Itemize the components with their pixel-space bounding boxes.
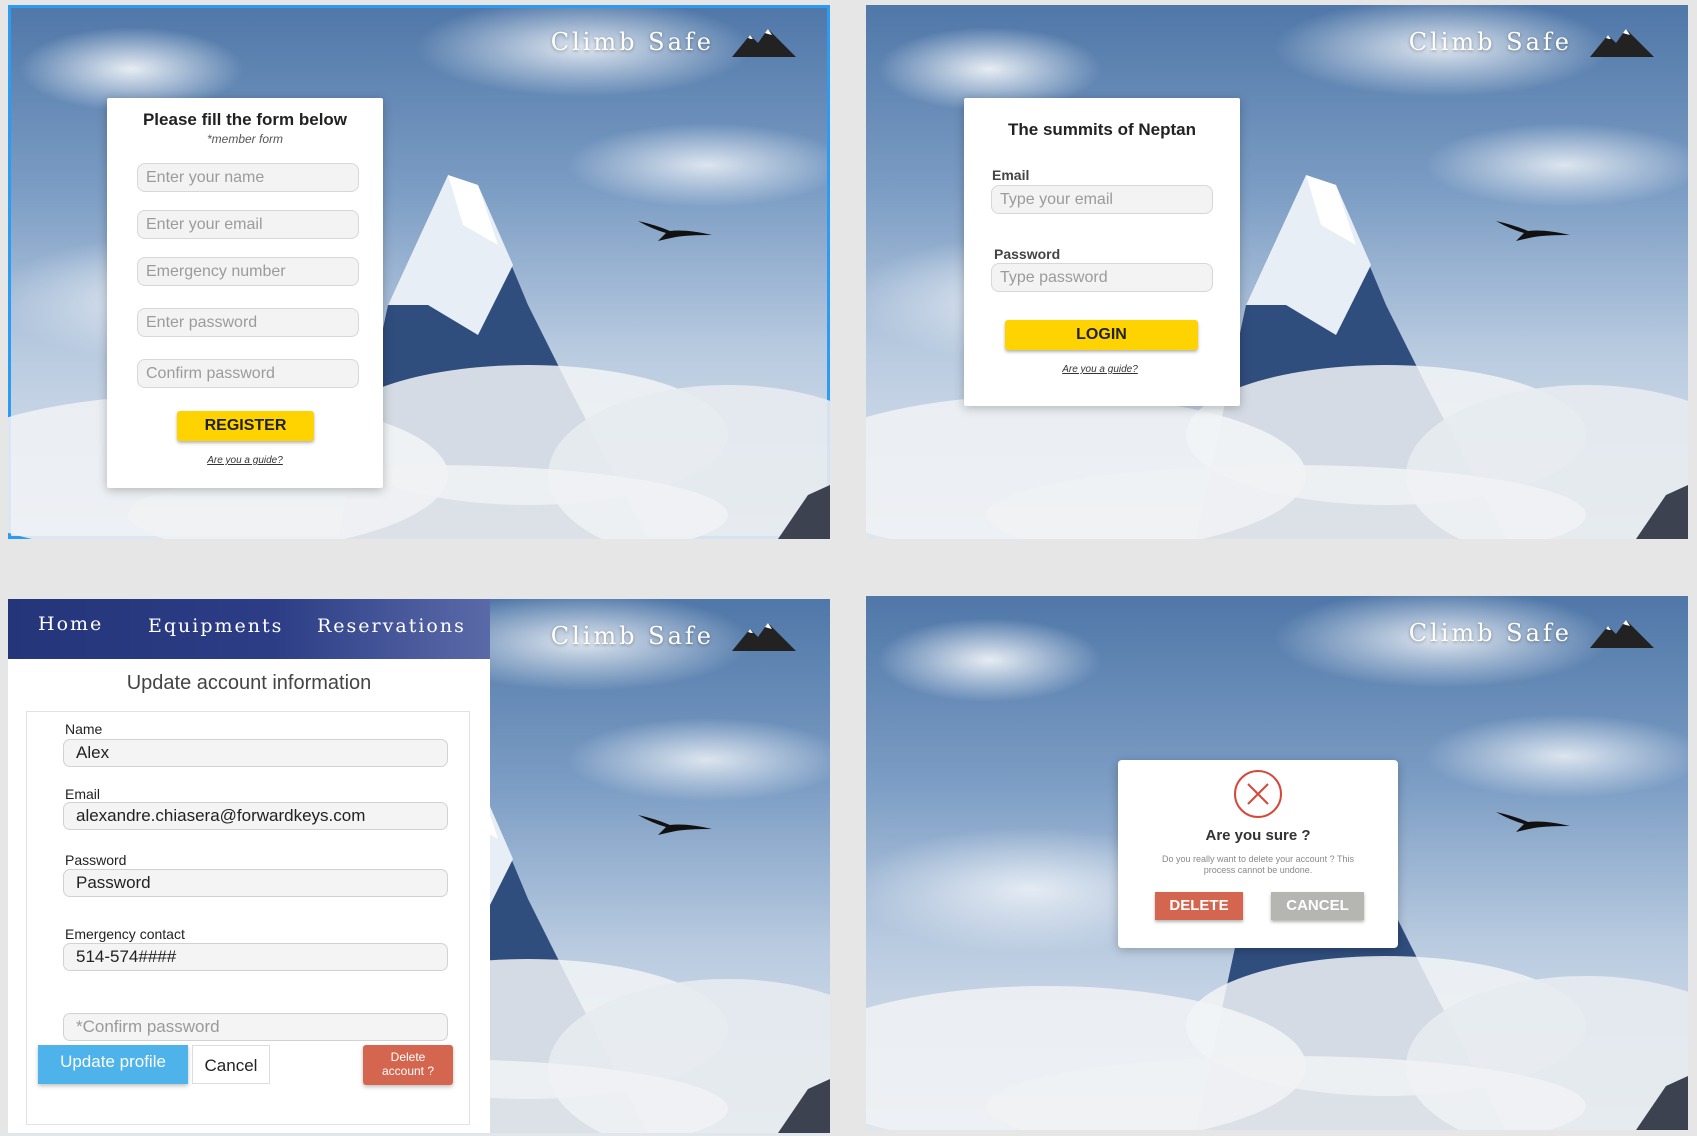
form-subtitle: *member form [206, 132, 283, 146]
delete-confirm-dialog: Are you sure ? Do you really want to del… [1118, 760, 1398, 948]
login-form: The summits of Neptan Email Type your em… [964, 98, 1240, 406]
dialog-message-1: Do you really want to delete your accoun… [1162, 854, 1354, 864]
name-input[interactable]: Alex [63, 739, 448, 767]
nav-home[interactable]: Home [38, 613, 103, 635]
update-account-screen: Climb Safe Home Equipments Reservations … [8, 599, 830, 1135]
password-input[interactable]: Password [63, 869, 448, 897]
delete-confirm-screen: Climb Safe Are you sure ? Do you really … [866, 596, 1688, 1130]
brand-logo: Climb Safe [1409, 27, 1654, 57]
update-profile-button[interactable]: Update profile [38, 1045, 188, 1084]
name-label: Name [65, 721, 103, 737]
confirm-password-input[interactable]: Confirm password [137, 359, 359, 388]
eagle-icon [636, 809, 716, 839]
brand-name: Climb Safe [550, 28, 714, 56]
form-title: Please fill the form below [142, 110, 348, 129]
email-input[interactable]: Type your email [991, 185, 1213, 214]
email-label: Email [992, 167, 1030, 183]
emergency-contact-label: Emergency contact [65, 926, 185, 942]
dialog-title: Are you sure ? [1205, 827, 1311, 844]
delete-account-button[interactable]: Delete account ? [363, 1045, 453, 1085]
emergency-contact-input[interactable]: 514-574#### [63, 943, 448, 971]
login-button[interactable]: LOGIN [1005, 320, 1198, 350]
delete-button[interactable]: DELETE [1155, 892, 1243, 920]
cancel-button[interactable]: CANCEL [1271, 892, 1364, 920]
password-input[interactable]: Enter password [137, 308, 359, 337]
nav-bar: Home Equipments Reservations [8, 599, 490, 659]
email-input[interactable]: Enter your email [137, 210, 359, 239]
eagle-icon [1494, 215, 1574, 245]
guide-link[interactable]: Are you a guide? [107, 455, 383, 466]
register-screen: Climb Safe Please fill the form below *m… [8, 5, 830, 539]
brand-logo: Climb Safe [551, 621, 796, 651]
brand-name: Climb Safe [1408, 619, 1572, 647]
close-circle-icon [1234, 770, 1282, 818]
emergency-number-input[interactable]: Emergency number [137, 257, 359, 286]
cancel-button[interactable]: Cancel [192, 1045, 270, 1084]
brand-logo: Climb Safe [551, 27, 796, 57]
password-label: Password [994, 246, 1061, 262]
brand-name: Climb Safe [550, 622, 714, 650]
name-input[interactable]: Enter your name [137, 163, 359, 192]
guide-link[interactable]: Are you a guide? [964, 364, 1236, 375]
delete-account-label-2: account ? [381, 1064, 435, 1078]
eagle-icon [1494, 806, 1574, 836]
password-label: Password [65, 852, 127, 868]
register-button[interactable]: REGISTER [177, 411, 314, 441]
delete-account-label-1: Delete [390, 1050, 426, 1064]
confirm-password-input[interactable]: *Confirm password [63, 1013, 448, 1041]
login-screen: Climb Safe The summits of Neptan Email T… [866, 5, 1688, 539]
update-title: Update account information [126, 672, 372, 694]
mountain-icon [1590, 618, 1654, 648]
mountain-icon [732, 621, 796, 651]
mountain-icon [1590, 27, 1654, 57]
email-label: Email [65, 786, 101, 802]
brand-logo: Climb Safe [1409, 618, 1654, 648]
register-form: Please fill the form below *member form … [107, 98, 383, 488]
eagle-icon [636, 215, 716, 245]
nav-reservations[interactable]: Reservations [317, 615, 466, 637]
mountain-icon [732, 27, 796, 57]
email-input[interactable]: alexandre.chiasera@forwardkeys.com [63, 802, 448, 830]
nav-equipments[interactable]: Equipments [148, 615, 283, 637]
dialog-message-2: process cannot be undone. [1203, 865, 1313, 875]
brand-name: Climb Safe [1408, 28, 1572, 56]
login-title: The summits of Neptan [1008, 120, 1196, 139]
password-input[interactable]: Type password [991, 263, 1213, 292]
update-account-form: Update account information Name Alex Ema… [8, 659, 490, 1133]
